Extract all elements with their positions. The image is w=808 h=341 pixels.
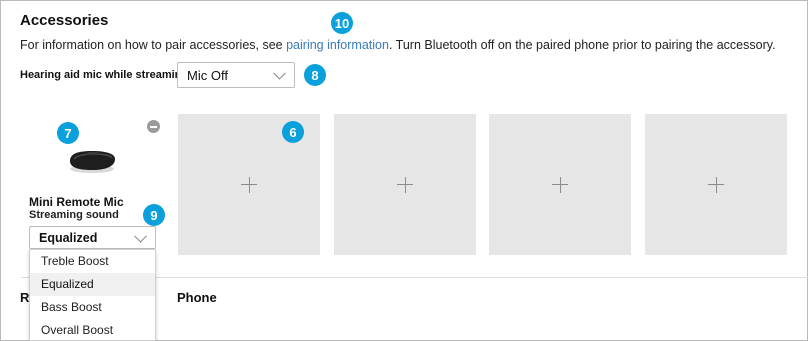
dropdown-option[interactable]: Overall Boost <box>30 319 155 341</box>
plus-icon <box>397 176 413 193</box>
mini-remote-mic-image <box>70 151 115 173</box>
streaming-sound-select[interactable]: Equalized <box>29 226 156 249</box>
pairing-info-prefix: For information on how to pair accessori… <box>20 38 287 52</box>
chevron-down-icon <box>273 66 286 80</box>
callout-6: 6 <box>282 121 304 143</box>
device-name: Mini Remote Mic <box>29 195 124 209</box>
accessories-title: Accessories <box>20 12 109 29</box>
callout-8: 8 <box>304 64 326 86</box>
dropdown-option[interactable]: Treble Boost <box>30 250 155 273</box>
section-label-r: R <box>20 290 30 305</box>
accessories-panel: Accessories For information on how to pa… <box>0 0 808 341</box>
device-subtitle: Streaming sound <box>29 209 119 221</box>
mic-while-streaming-select[interactable]: Mic Off <box>177 62 295 88</box>
plus-icon <box>552 176 568 193</box>
dropdown-option[interactable]: Bass Boost <box>30 296 155 319</box>
callout-7: 7 <box>57 122 79 144</box>
pairing-info-text: For information on how to pair accessori… <box>20 38 776 52</box>
empty-accessory-slot[interactable] <box>334 114 476 255</box>
mic-select-value: Mic Off <box>187 67 228 83</box>
plus-icon <box>708 176 724 193</box>
empty-accessory-slot[interactable] <box>489 114 631 255</box>
pairing-info-suffix: . Turn Bluetooth off on the paired phone… <box>388 38 776 52</box>
callout-9: 9 <box>143 204 165 226</box>
streaming-sound-dropdown: Treble Boost Equalized Bass Boost Overal… <box>29 249 156 341</box>
callout-10: 10 <box>331 12 353 34</box>
plus-icon <box>241 176 257 193</box>
section-label-phone: Phone <box>177 290 217 305</box>
streaming-sound-value: Equalized <box>39 230 98 245</box>
empty-accessory-slot[interactable] <box>645 114 787 255</box>
minus-circle-icon[interactable] <box>147 120 160 133</box>
pairing-information-link[interactable]: pairing information <box>286 38 389 52</box>
dropdown-option-selected[interactable]: Equalized <box>30 273 155 296</box>
mic-while-streaming-label: Hearing aid mic while streaming <box>20 69 189 81</box>
chevron-down-icon <box>134 229 147 243</box>
